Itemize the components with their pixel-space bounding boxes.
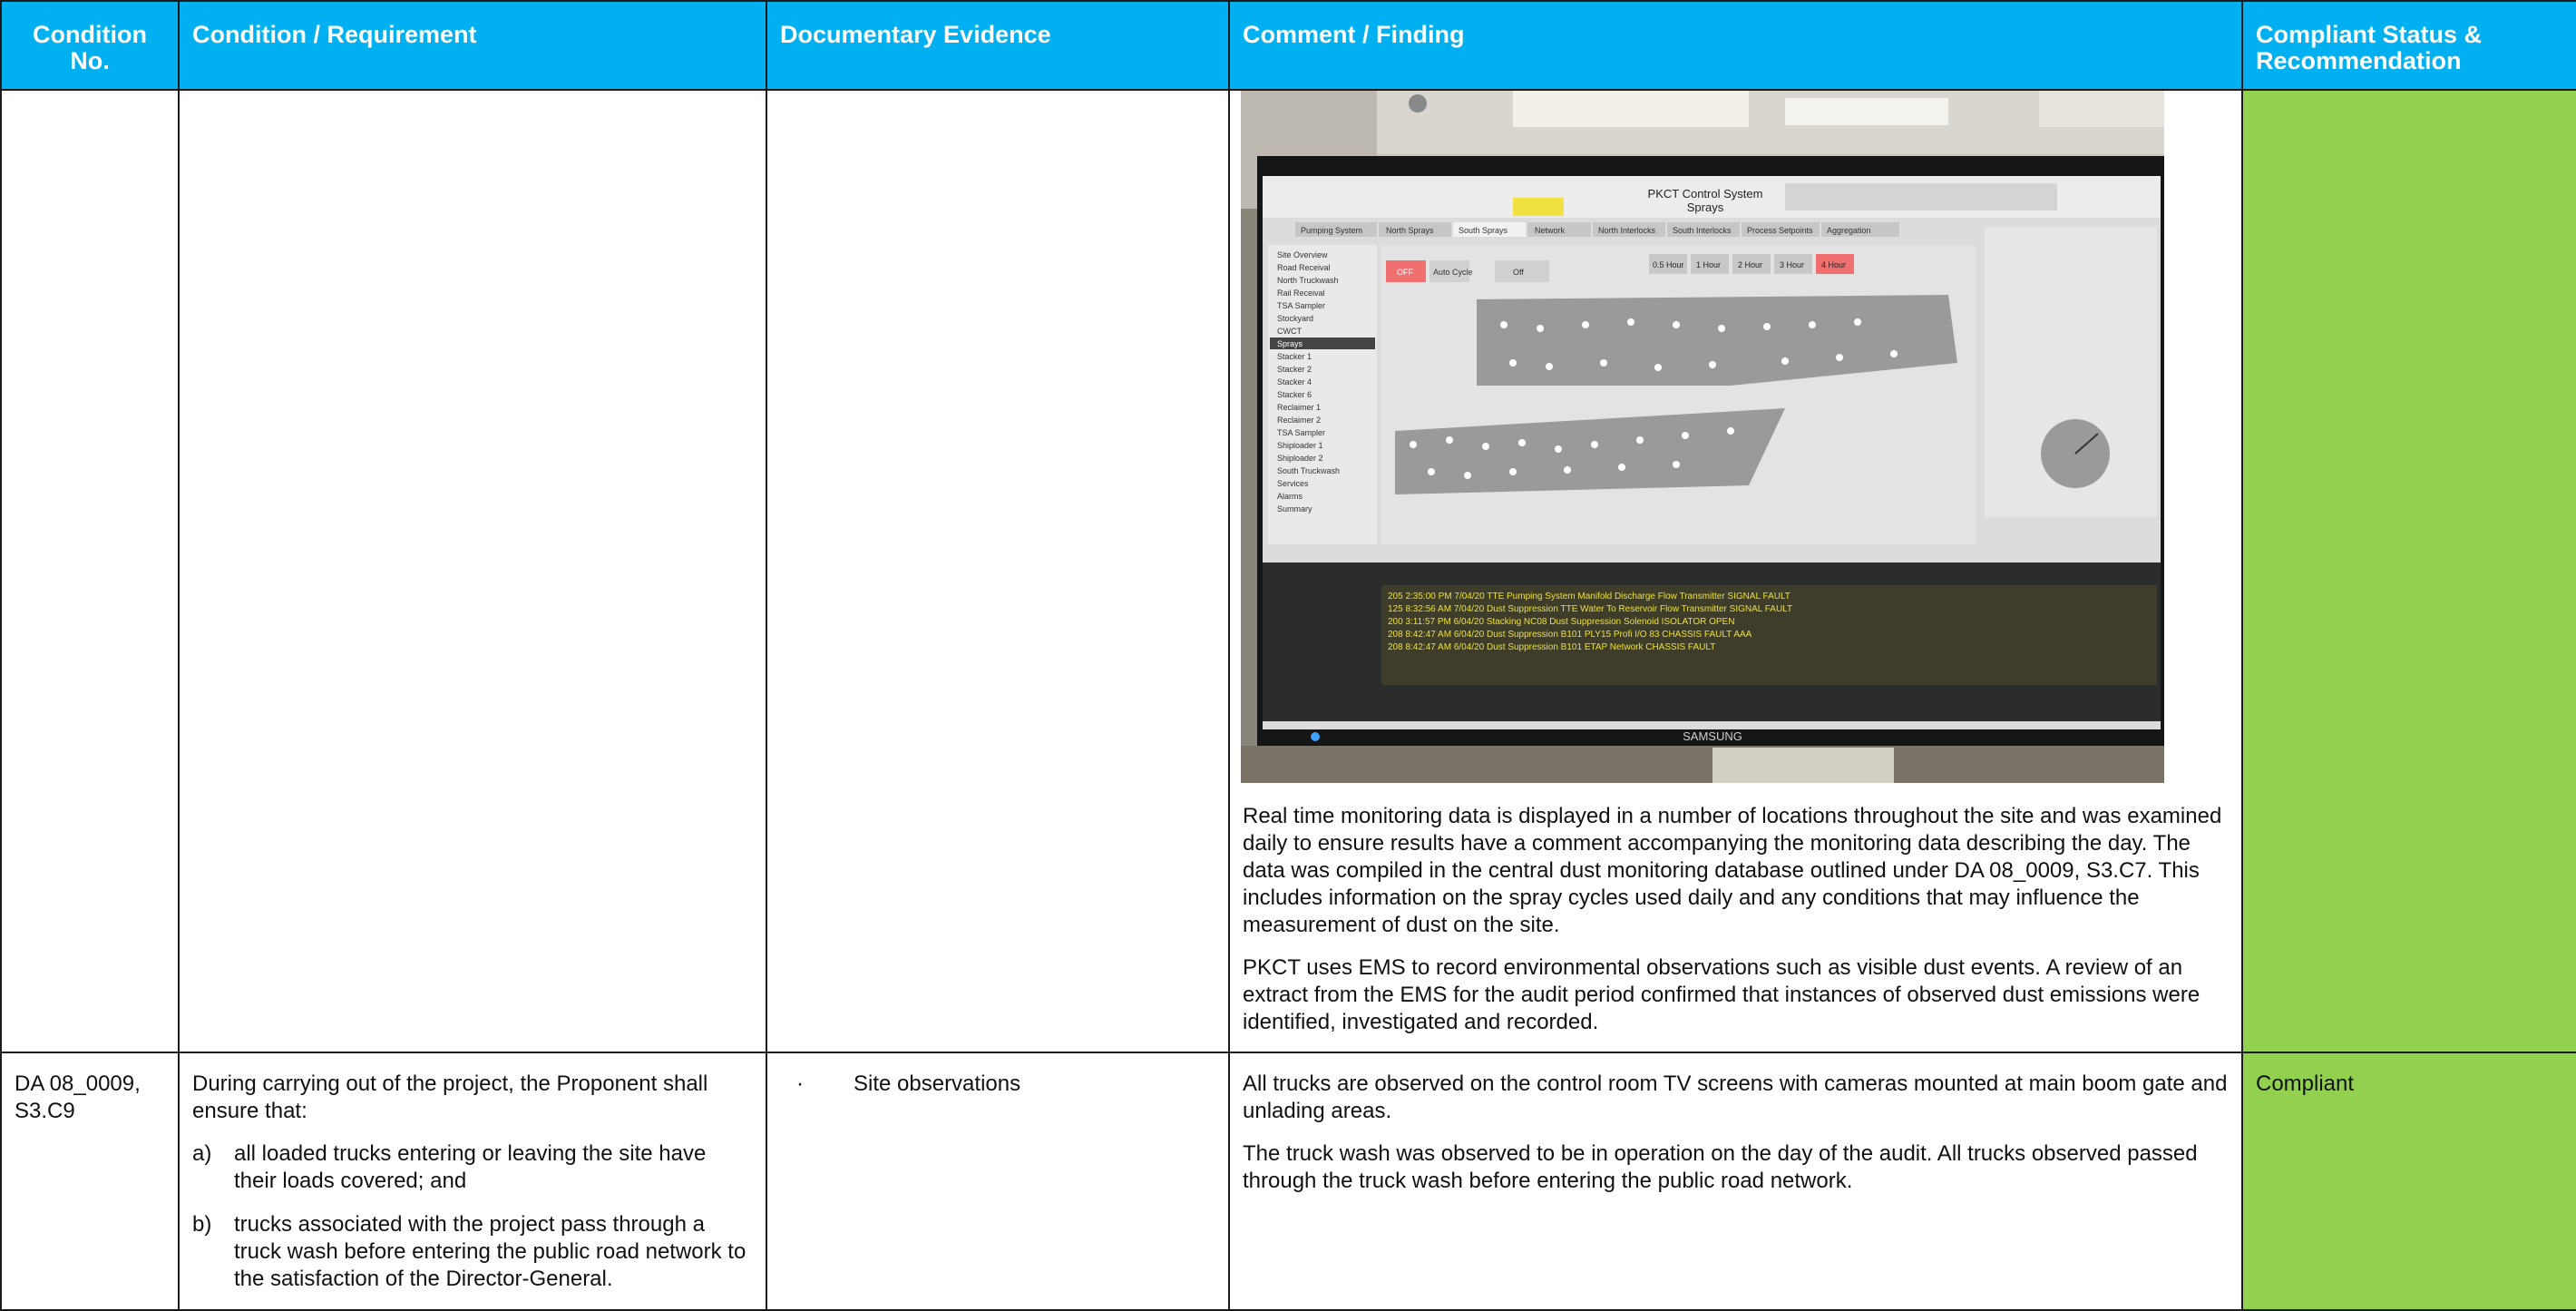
svg-text:Stacker 6: Stacker 6 [1277,390,1312,399]
svg-text:North Truckwash: North Truckwash [1277,276,1339,285]
svg-text:Reclaimer 2: Reclaimer 2 [1277,416,1321,425]
svg-text:South Interlocks: South Interlocks [1673,226,1732,235]
finding-paragraph: PKCT uses EMS to record environmental ob… [1243,955,2200,1034]
svg-text:Stacker 2: Stacker 2 [1277,365,1312,374]
list-item: · Site observations [780,1071,1215,1098]
list-item: a) all loaded trucks entering or leaving… [192,1140,753,1195]
header-condition-requirement: Condition / Requirement [178,0,767,91]
screen-tabs: Pumping System North Sprays South Sprays… [1295,222,1899,237]
screen-title: PKCT Control System [1648,187,1763,201]
header-condition-no: Condition No. [0,0,180,91]
finding-paragraph: The truck wash was observed to be in ope… [1243,1141,2198,1193]
svg-text:TSA Sampler: TSA Sampler [1277,428,1325,437]
svg-text:4 Hour: 4 Hour [1821,260,1846,269]
status-cell: Compliant [2241,1052,2576,1311]
finding-cell: PKCT Control System Sprays Pumping Syste… [1228,89,2243,1053]
svg-text:South Sprays: South Sprays [1459,226,1508,235]
svg-text:TSA Sampler: TSA Sampler [1277,301,1325,310]
requirement-cell [178,89,767,1053]
svg-text:Road Receival: Road Receival [1277,263,1331,272]
svg-text:Aggregation: Aggregation [1827,226,1871,235]
cycle-interval-buttons: 0.5 Hour 1 Hour 2 Hour 3 Hour 4 Hour [1649,254,1854,274]
finding-paragraph: Real time monitoring data is displayed i… [1243,804,2222,937]
header-documentary-evidence: Documentary Evidence [766,0,1230,91]
svg-text:Stockyard: Stockyard [1277,314,1313,323]
svg-text:OFF: OFF [1397,268,1413,277]
svg-text:1 Hour: 1 Hour [1696,260,1721,269]
svg-text:Stacker 1: Stacker 1 [1277,352,1312,361]
svg-text:208 8:42:47 AM 6/04/20 Dust Su: 208 8:42:47 AM 6/04/20 Dust Suppression … [1388,642,1715,652]
svg-text:Alarms: Alarms [1277,492,1303,501]
svg-text:0.5 Hour: 0.5 Hour [1653,260,1684,269]
audit-table: Condition No. Condition / Requirement Do… [0,0,2576,1311]
svg-text:CWCT: CWCT [1277,327,1302,336]
monitor-brand: SAMSUNG [1683,729,1742,743]
requirement-intro: During carrying out of the project, the … [192,1071,708,1123]
header-compliant-status: Compliant Status & Recommendation [2241,0,2576,91]
screen-nav: Site Overview Road Receival North Truckw… [1268,245,1377,544]
svg-text:Pumping System: Pumping System [1301,226,1362,235]
svg-text:3 Hour: 3 Hour [1780,260,1804,269]
svg-text:205 2:35:00 PM 7/04/20 TTE Pum: 205 2:35:00 PM 7/04/20 TTE Pumping Syste… [1388,592,1791,602]
finding-paragraph: All trucks are observed on the control r… [1243,1071,2228,1123]
svg-text:200 3:11:57 PM 6/04/20 Stackin: 200 3:11:57 PM 6/04/20 Stacking NC08 Dus… [1388,617,1734,627]
header-comment-finding: Comment / Finding [1228,0,2243,91]
master-spray-mode: OFF Auto Cycle Off [1386,260,1549,282]
list-marker: a) [192,1141,212,1166]
table-row: PKCT Control System Sprays Pumping Syste… [0,89,2576,1053]
svg-text:Process Setpoints: Process Setpoints [1747,226,1813,235]
control-system-photo: PKCT Control System Sprays Pumping Syste… [1241,91,2229,790]
svg-text:208 8:42:47 AM 6/04/20 Dust Su: 208 8:42:47 AM 6/04/20 Dust Suppression … [1388,630,1752,640]
svg-text:South Truckwash: South Truckwash [1277,466,1340,475]
svg-text:Sprays: Sprays [1277,339,1303,348]
svg-text:2 Hour: 2 Hour [1738,260,1762,269]
bullet-icon: · [796,1071,804,1096]
evidence-cell: · Site observations [766,1052,1230,1311]
list-text: all loaded trucks entering or leaving th… [234,1141,707,1193]
svg-text:Services: Services [1277,479,1309,488]
list-text: trucks associated with the project pass … [234,1212,746,1291]
svg-text:North Sprays: North Sprays [1386,226,1434,235]
svg-text:Reclaimer 1: Reclaimer 1 [1277,403,1321,412]
svg-text:Site Overview: Site Overview [1277,250,1328,259]
svg-text:Stacker 4: Stacker 4 [1277,377,1312,386]
list-marker: b) [192,1212,212,1237]
svg-text:Auto Cycle: Auto Cycle [1433,268,1473,277]
finding-cell: All trucks are observed on the control r… [1228,1052,2243,1311]
screen-subtitle: Sprays [1687,201,1724,214]
status-cell [2241,89,2576,1053]
svg-text:Shiploader 2: Shiploader 2 [1277,454,1323,463]
svg-text:Summary: Summary [1277,504,1312,514]
svg-text:Shiploader 1: Shiploader 1 [1277,441,1323,450]
condition-no-cell [0,89,180,1053]
svg-text:Rail Receival: Rail Receival [1277,289,1325,298]
table-row: DA 08_0009, S3.C9 During carrying out of… [0,1052,2576,1311]
svg-text:Off: Off [1513,268,1524,277]
svg-text:North Interlocks: North Interlocks [1598,226,1656,235]
list-item: b) trucks associated with the project pa… [192,1211,753,1293]
requirement-cell: During carrying out of the project, the … [178,1052,767,1311]
evidence-text: Site observations [854,1071,1021,1096]
svg-text:125 8:32:56 AM 7/04/20 Dust Su: 125 8:32:56 AM 7/04/20 Dust Suppression … [1388,604,1792,614]
condition-no-cell: DA 08_0009, S3.C9 [0,1052,180,1311]
table-header-row: Condition No. Condition / Requirement Do… [0,0,2576,91]
svg-text:Network: Network [1535,226,1566,235]
evidence-cell [766,89,1230,1053]
